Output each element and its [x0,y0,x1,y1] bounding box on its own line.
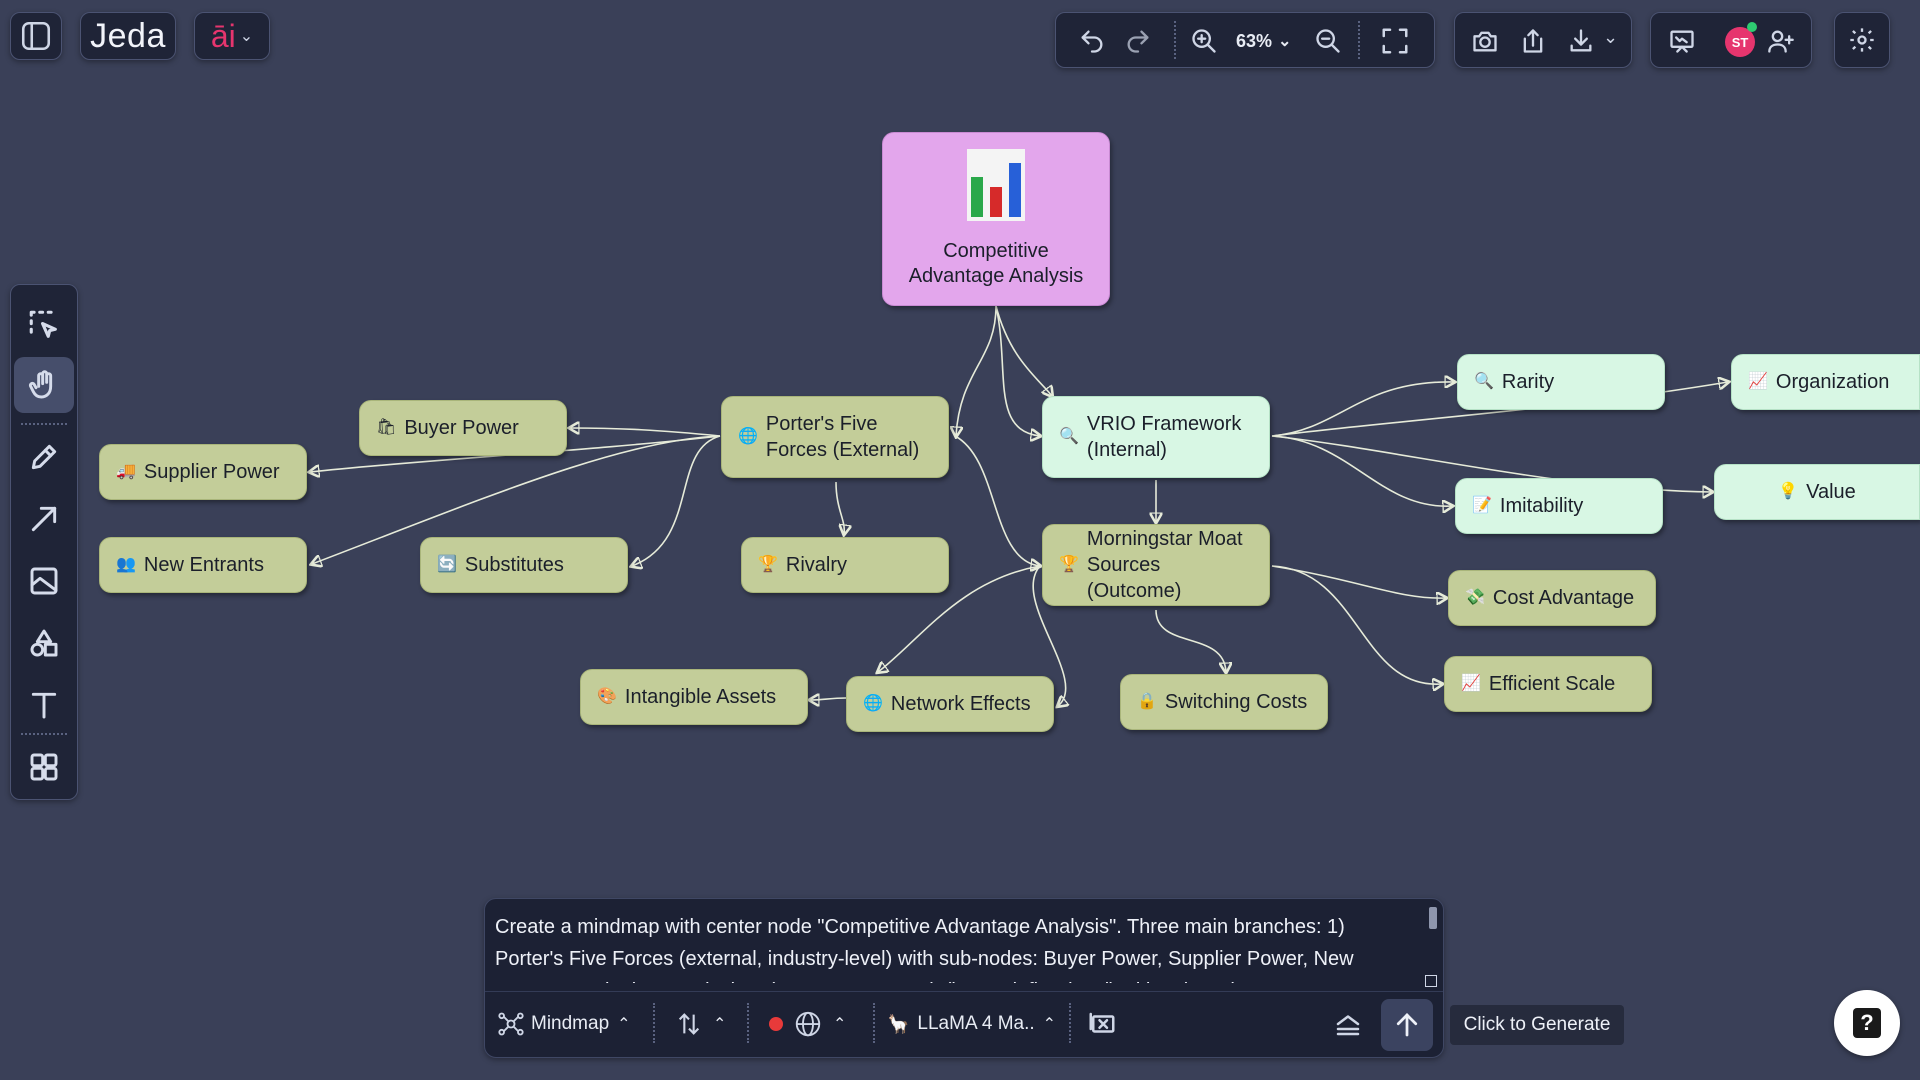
magnifier-icon: 🔍 [1474,373,1494,390]
chevron-up-icon: ⌃ [833,1016,847,1033]
node-label: Network Effects [890,693,1031,715]
node-label: Intangible Assets [624,686,777,708]
trophy-icon: 🏆 [758,556,778,573]
node-label: Rivalry [785,554,848,576]
chart-up-icon: 📈 [1461,675,1481,692]
node-organization[interactable]: 📈 Organization [1731,354,1920,410]
node-supplier-power[interactable]: 🚚 Supplier Power [99,444,307,500]
model-label: LLaMA 4 Ma.. [917,1013,1035,1034]
sort-arrows-icon [678,1013,700,1035]
help-button[interactable]: ? [1834,990,1900,1056]
node-value[interactable]: 💡 Value [1714,464,1920,520]
model-dropdown[interactable]: 🦙 LLaMA 4 Ma.. ⌃ [887,1009,1056,1039]
node-label: VRIO Framework (Internal) [1086,413,1242,461]
bar-chart-icon [967,149,1025,221]
node-switching-costs[interactable]: 🔒 Switching Costs [1120,674,1328,730]
arrow-up-icon [1396,1013,1418,1037]
node-label: Substitutes [464,554,564,576]
resize-handle-icon[interactable] [1425,975,1437,987]
people-icon: 👥 [116,556,136,573]
collapse-panel-button[interactable] [1331,1007,1365,1041]
node-efficient-scale[interactable]: 📈 Efficient Scale [1444,656,1652,712]
node-label: Organization [1775,371,1890,393]
web-search-dropdown[interactable]: ⌃ [769,1009,846,1039]
generate-tooltip: Click to Generate [1450,1005,1624,1045]
refresh-icon: 🔄 [437,556,457,573]
node-buyer-power[interactable]: 🛍 Buyer Power [359,400,567,456]
lightbulb-icon: 💡 [1778,483,1799,500]
node-imitability[interactable]: 📝 Imitability [1455,478,1663,534]
prompt-textarea[interactable]: Create a mindmap with center node "Compe… [495,911,1410,983]
truck-icon: 🚚 [116,463,136,480]
collapse-icon [1336,1015,1360,1036]
node-vrio-framework[interactable]: 🔍 VRIO Framework (Internal) [1042,396,1270,478]
globe-icon: 🌐 [863,695,883,712]
chevron-up-icon: ⌃ [617,1016,631,1033]
node-label: Buyer Power [404,417,519,439]
node-label: Supplier Power [143,461,280,483]
chart-up-icon: 📈 [1748,373,1768,390]
money-icon: 💸 [1465,589,1485,606]
node-label: Cost Advantage [1492,587,1635,609]
lock-icon: 🔒 [1137,693,1157,710]
node-rarity[interactable]: 🔍 Rarity [1457,354,1665,410]
mindmap-icon [498,1012,524,1036]
chat-clear-icon [1089,1012,1115,1033]
record-dot-icon [769,1017,783,1031]
node-rivalry[interactable]: 🏆 Rivalry [741,537,949,593]
globe-www-icon [795,1011,821,1037]
node-cost-advantage[interactable]: 💸 Cost Advantage [1448,570,1656,626]
node-morningstar-moat[interactable]: 🏆 Morningstar Moat Sources (Outcome) [1042,524,1270,606]
sort-direction-dropdown[interactable]: ⌃ [675,1009,726,1039]
prompt-panel: Create a mindmap with center node "Compe… [484,898,1444,1058]
shopping-bag-icon: 🛍 [376,419,397,436]
node-label: Porter's Five Forces (External) [765,413,920,461]
node-label: New Entrants [143,554,264,576]
help-icon: ? [1853,1008,1881,1038]
memo-icon: 📝 [1472,497,1492,514]
prompt-text: Create a mindmap with center node "Compe… [495,916,1354,983]
node-label: Switching Costs [1164,691,1308,713]
palette-icon: 🎨 [597,688,617,705]
center-node-title: Competitive Advantage Analysis [908,240,1084,287]
node-new-entrants[interactable]: 👥 New Entrants [99,537,307,593]
mindmap-mode-dropdown[interactable]: Mindmap ⌃ [497,1009,631,1039]
trophy-icon: 🏆 [1059,556,1079,573]
node-substitutes[interactable]: 🔄 Substitutes [420,537,628,593]
node-label: Rarity [1501,371,1555,393]
node-intangible-assets[interactable]: 🎨 Intangible Assets [580,669,808,725]
llama-icon: 🦙 [887,1013,910,1034]
magnifier-icon: 🔍 [1059,428,1079,445]
node-label: Value [1806,481,1856,503]
clear-chat-button[interactable] [1085,1007,1119,1041]
tooltip-text: Click to Generate [1463,1014,1611,1035]
chevron-up-icon: ⌃ [713,1016,727,1033]
scrollbar[interactable] [1429,907,1437,929]
generate-button[interactable] [1381,999,1433,1051]
center-node[interactable]: Competitive Advantage Analysis [882,132,1110,306]
globe-icon: 🌐 [738,428,758,445]
node-label: Efficient Scale [1488,673,1616,695]
node-network-effects[interactable]: 🌐 Network Effects [846,676,1054,732]
mode-label: Mindmap [531,1013,610,1034]
chevron-up-icon: ⌃ [1042,1016,1057,1033]
node-label: Morningstar Moat Sources (Outcome) [1086,528,1243,602]
node-label: Imitability [1499,495,1584,517]
node-porters-five-forces[interactable]: 🌐 Porter's Five Forces (External) [721,396,949,478]
